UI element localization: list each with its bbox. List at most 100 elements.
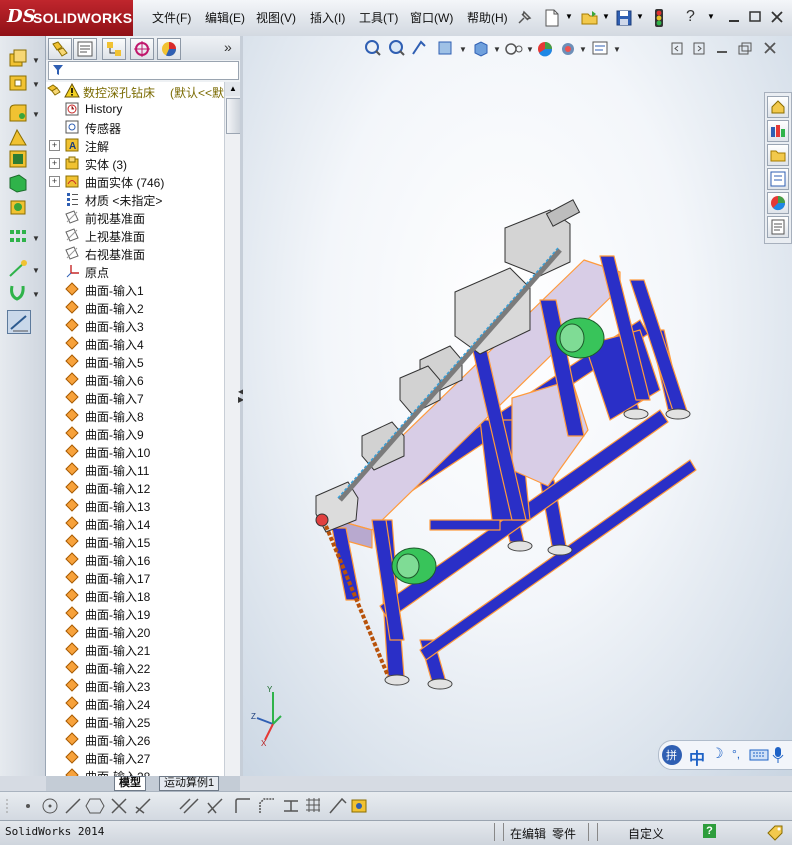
fillet-icon[interactable] (7, 102, 29, 124)
expand-toggle-icon[interactable]: + (49, 158, 60, 169)
menu-insert[interactable]: 插入(I) (310, 9, 345, 26)
menu-window[interactable]: 窗口(W) (410, 9, 453, 26)
cut-extrude-icon[interactable] (7, 72, 29, 94)
tree-item[interactable]: 材质 <未指定> (46, 190, 224, 208)
open-folder-icon[interactable] (580, 8, 600, 28)
restore-window-icon[interactable] (748, 10, 762, 24)
graphics-area[interactable]: ▼ ▼ ▼ ▼ ▼ Y Z X (243, 36, 792, 776)
mirror-icon[interactable] (7, 172, 29, 194)
point-icon[interactable] (26, 804, 30, 808)
tree-item[interactable]: 曲面-输入27 (46, 748, 224, 766)
quick-snaps-icon[interactable] (351, 799, 367, 813)
menu-view[interactable]: 视图(V) (256, 9, 296, 26)
chamfer-sketch-icon[interactable] (259, 798, 274, 813)
save-icon[interactable] (615, 8, 633, 28)
pin-icon[interactable] (515, 9, 533, 27)
tree-item[interactable]: 曲面-输入17 (46, 568, 224, 586)
tree-item[interactable]: 曲面-输入3 (46, 316, 224, 334)
ime-mic-icon[interactable] (772, 746, 784, 764)
tree-item[interactable]: 曲面-输入5 (46, 352, 224, 370)
tree-item[interactable]: 曲面-输入13 (46, 496, 224, 514)
status-tag-icon[interactable] (766, 824, 784, 842)
tree-item[interactable]: 右视基准面 (46, 244, 224, 262)
reference-geometry-icon[interactable] (7, 196, 29, 218)
instant3d-dropdown-icon[interactable]: ▼ (32, 290, 40, 299)
tree-item[interactable]: + A 注解 (46, 136, 224, 154)
ime-moon-icon[interactable]: ☽ (711, 745, 724, 762)
tree-item[interactable]: 曲面-输入10 (46, 442, 224, 460)
configuration-manager-tab-icon[interactable] (102, 38, 126, 60)
rapid-sketch-icon[interactable] (329, 797, 347, 814)
help-dropdown-icon[interactable]: ▼ (707, 12, 715, 21)
scroll-thumb[interactable] (226, 98, 241, 134)
ime-logo-icon[interactable]: 拼 (661, 744, 683, 766)
tree-item[interactable]: 曲面-输入14 (46, 514, 224, 532)
tree-item[interactable]: 曲面-输入25 (46, 712, 224, 730)
move-entities-icon[interactable] (284, 800, 298, 812)
appearances-icon[interactable] (767, 192, 789, 214)
tree-item[interactable]: 曲面-输入12 (46, 478, 224, 496)
cut-dropdown-icon[interactable]: ▼ (32, 80, 40, 89)
tree-item[interactable]: 曲面-输入24 (46, 694, 224, 712)
tree-item[interactable]: + 实体 (3) (46, 154, 224, 172)
tree-item[interactable]: 曲面-输入1 (46, 280, 224, 298)
menu-file[interactable]: 文件(F) (152, 9, 191, 26)
pattern-dropdown-icon[interactable]: ▼ (32, 234, 40, 243)
file-explorer-icon[interactable] (767, 144, 789, 166)
fillet-sketch-icon[interactable] (235, 798, 250, 813)
property-manager-tab-icon[interactable] (73, 38, 97, 60)
ime-keyboard-icon[interactable] (749, 749, 769, 761)
tree-filter-input[interactable] (48, 61, 239, 80)
shell-icon[interactable] (7, 148, 29, 170)
feature-tree-tab-icon[interactable] (48, 38, 72, 60)
tree-item[interactable]: 曲面-输入9 (46, 424, 224, 442)
polygon-icon[interactable] (85, 798, 105, 814)
instant3d-icon[interactable] (7, 282, 29, 304)
expand-toggle-icon[interactable]: + (49, 140, 60, 151)
ime-punct-icon[interactable]: °, (732, 747, 740, 761)
grid-icon[interactable] (306, 798, 320, 812)
curves-icon[interactable] (7, 258, 29, 280)
menu-help[interactable]: 帮助(H) (467, 9, 508, 26)
rib-icon[interactable] (7, 126, 29, 148)
tree-item[interactable]: 曲面-输入6 (46, 370, 224, 388)
curves-dropdown-icon[interactable]: ▼ (32, 266, 40, 275)
tree-item[interactable]: 曲面-输入26 (46, 730, 224, 748)
tree-item[interactable]: 曲面-输入21 (46, 640, 224, 658)
extrude-dropdown-icon[interactable]: ▼ (32, 56, 40, 65)
convert-entities-icon[interactable] (135, 798, 151, 814)
tree-item[interactable]: 原点 (46, 262, 224, 280)
solidworks-logo[interactable]: DS SOLIDWORKS (0, 0, 133, 36)
tree-item[interactable]: 前视基准面 (46, 208, 224, 226)
dimxpert-tab-icon[interactable] (130, 38, 154, 60)
expand-toggle-icon[interactable]: + (49, 176, 60, 187)
tree-item[interactable]: 曲面-输入23 (46, 676, 224, 694)
menu-tools[interactable]: 工具(T) (359, 9, 398, 26)
tree-item[interactable]: 上视基准面 (46, 226, 224, 244)
tab-model[interactable]: 模型 (114, 776, 146, 791)
circle-icon[interactable] (42, 798, 58, 814)
tree-item[interactable]: 曲面-输入8 (46, 406, 224, 424)
offset-icon[interactable] (179, 798, 199, 814)
tree-item[interactable]: 曲面-输入19 (46, 604, 224, 622)
tree-item[interactable]: 曲面-输入2 (46, 298, 224, 316)
tree-item[interactable]: 曲面-输入28 (46, 766, 224, 776)
scroll-up-icon[interactable]: ▲ (225, 82, 241, 96)
save-dropdown-icon[interactable]: ▼ (636, 12, 644, 21)
home-icon[interactable] (767, 96, 789, 118)
custom-properties-icon[interactable] (767, 216, 789, 238)
expand-panels-icon[interactable]: » (224, 39, 232, 55)
tree-item[interactable]: + 曲面实体 (746) (46, 172, 224, 190)
status-help-icon[interactable]: ? (703, 824, 716, 838)
tree-item[interactable]: 曲面-输入7 (46, 388, 224, 406)
tree-item[interactable]: 曲面-输入16 (46, 550, 224, 568)
fillet-dropdown-icon[interactable]: ▼ (32, 110, 40, 119)
open-dropdown-icon[interactable]: ▼ (602, 12, 610, 21)
tab-motion-study[interactable]: 运动算例1 (159, 776, 220, 791)
tree-item[interactable]: History (46, 100, 224, 118)
tree-item[interactable]: 曲面-输入15 (46, 532, 224, 550)
tree-scrollbar[interactable]: ▲ (224, 82, 241, 776)
help-icon[interactable]: ? (686, 8, 695, 26)
new-document-icon[interactable] (543, 8, 561, 28)
sketch-tool-icon[interactable] (7, 310, 31, 334)
